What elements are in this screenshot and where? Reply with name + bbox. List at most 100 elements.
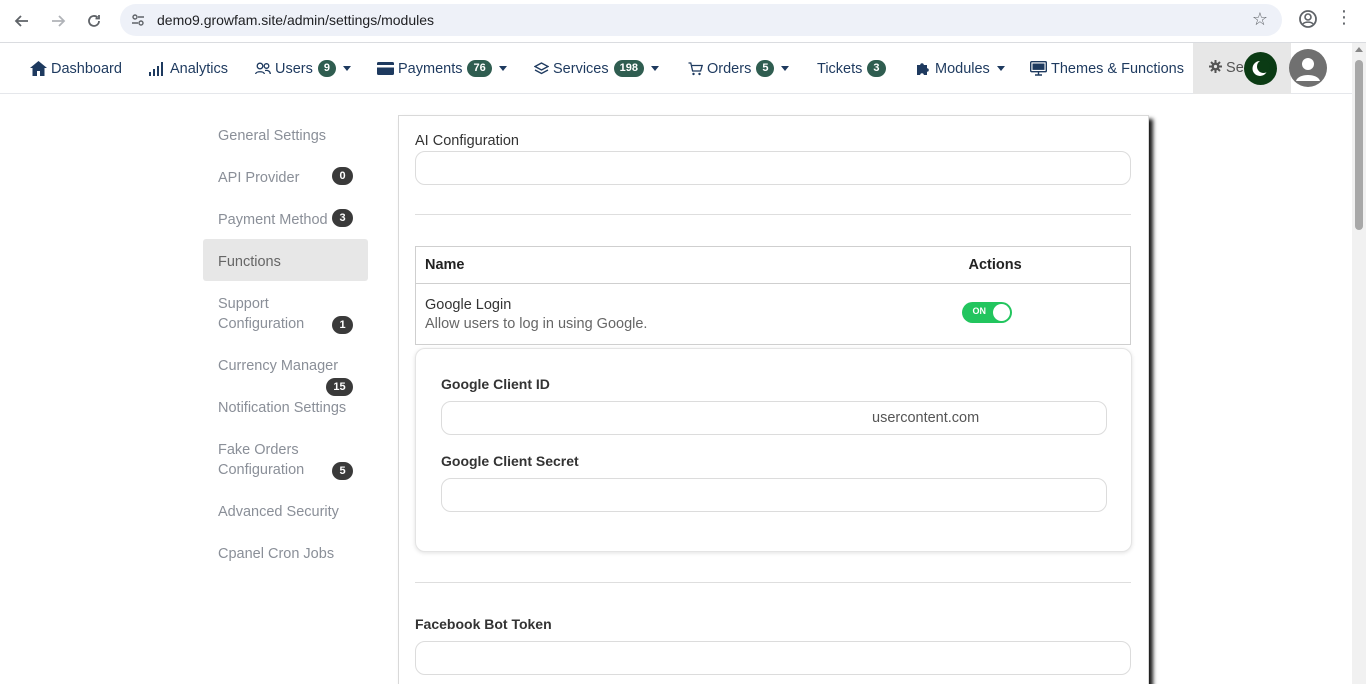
monitor-icon: [1030, 61, 1047, 76]
function-description: Allow users to log in using Google.: [425, 315, 648, 332]
sidebar-item-label-line1: Support: [218, 296, 269, 312]
toggle-on-label: ON: [972, 305, 987, 316]
sidebar-item-currency-manager[interactable]: Currency Manager 15: [203, 343, 368, 396]
forward-arrow-icon[interactable]: [44, 7, 72, 35]
settings-sidebar: General Settings API Provider 0 Payment …: [203, 113, 368, 573]
chevron-down-icon: [650, 66, 659, 71]
sidebar-item-label: Functions: [218, 254, 281, 270]
nav-themes-functions[interactable]: Themes & Functions: [1030, 43, 1184, 94]
nav-users-label: Users: [275, 60, 313, 77]
functions-table: Name Actions Google Login Allow users to…: [415, 246, 1131, 345]
puzzle-icon: [917, 62, 929, 75]
nav-tickets-badge: 3: [867, 60, 886, 77]
sidebar-item-advanced-security[interactable]: Advanced Security: [203, 489, 368, 531]
nav-settings-text: Se: [1226, 60, 1244, 76]
google-client-id-label: Google Client ID: [441, 376, 550, 392]
google-login-toggle[interactable]: ON: [961, 301, 1012, 323]
address-bar[interactable]: demo9.growfam.site/admin/settings/module…: [120, 4, 1282, 36]
sidebar-item-label: Payment Method: [218, 212, 328, 228]
browser-toolbar: demo9.growfam.site/admin/settings/module…: [0, 0, 1366, 43]
sidebar-item-label: API Provider: [218, 170, 300, 186]
scrollbar-thumb[interactable]: [1355, 60, 1363, 230]
site-settings-icon[interactable]: [130, 12, 146, 28]
google-client-secret-label: Google Client Secret: [441, 453, 579, 469]
ai-configuration-input[interactable]: [415, 151, 1131, 185]
signal-bars-icon: [149, 61, 163, 76]
browser-profile-icon[interactable]: [1296, 7, 1320, 31]
divider: [415, 214, 1131, 215]
scroll-up-arrow-icon[interactable]: [1355, 47, 1363, 52]
dark-mode-toggle-icon[interactable]: [1244, 52, 1277, 85]
nav-orders[interactable]: Orders 5: [688, 43, 790, 94]
sidebar-item-fake-orders-configuration[interactable]: Fake Orders Configuration 5: [203, 427, 368, 489]
users-icon: [255, 62, 271, 75]
sidebar-item-notification-settings[interactable]: Notification Settings: [203, 385, 368, 427]
page-scrollbar[interactable]: [1352, 43, 1366, 684]
function-name: Google Login: [425, 296, 512, 313]
nav-orders-badge: 5: [756, 60, 775, 77]
nav-tickets-label: Tickets: [817, 60, 863, 77]
back-arrow-icon[interactable]: [8, 7, 36, 35]
sidebar-item-api-provider[interactable]: API Provider 0: [203, 155, 368, 197]
nav-settings-label: Se: [1209, 60, 1244, 76]
sidebar-item-label: Cpanel Cron Jobs: [218, 546, 335, 562]
sidebar-item-label-line2: Configuration: [218, 462, 305, 478]
sidebar-item-support-configuration[interactable]: Support Configuration 1: [203, 281, 368, 343]
bookmark-star-icon[interactable]: ☆: [1252, 9, 1268, 30]
credit-card-icon: [377, 62, 394, 75]
sidebar-item-payment-method[interactable]: Payment Method 3: [203, 197, 368, 239]
facebook-bot-token-input[interactable]: [415, 641, 1131, 675]
url-text[interactable]: demo9.growfam.site/admin/settings/module…: [157, 12, 434, 28]
sidebar-item-cpanel-cron-jobs[interactable]: Cpanel Cron Jobs: [203, 531, 368, 573]
sidebar-badge: 5: [332, 462, 353, 480]
browser-menu-icon[interactable]: ⋮: [1334, 7, 1354, 31]
sidebar-item-label: Notification Settings: [218, 400, 347, 416]
sidebar-item-label-line1: Fake Orders: [218, 442, 299, 458]
nav-payments[interactable]: Payments 76: [377, 43, 507, 94]
sidebar-item-functions[interactable]: Functions: [203, 239, 368, 281]
chevron-down-icon: [996, 66, 1005, 71]
nav-payments-label: Payments: [398, 60, 463, 77]
home-icon: [30, 61, 47, 76]
nav-modules[interactable]: Modules: [915, 43, 1005, 94]
nav-users[interactable]: Users 9: [255, 43, 351, 94]
nav-services[interactable]: Services 198: [534, 43, 659, 94]
sidebar-badge: 0: [332, 167, 353, 185]
nav-analytics-label: Analytics: [170, 60, 229, 77]
reload-icon[interactable]: [80, 7, 108, 35]
nav-payments-badge: 76: [467, 60, 492, 77]
table-row: Google Login Allow users to log in using…: [415, 283, 1131, 345]
google-credentials-panel: Google Client ID usercontent.com Google …: [415, 348, 1132, 552]
divider: [415, 582, 1131, 583]
sidebar-item-label: General Settings: [218, 128, 327, 144]
sidebar-item-label: Advanced Security: [218, 504, 339, 520]
admin-top-nav: Dashboard Analytics Users 9 Payments 76 …: [0, 43, 1352, 94]
chevron-down-icon: [781, 66, 790, 71]
facebook-bot-token-label: Facebook Bot Token: [415, 616, 552, 632]
nav-services-label: Services: [553, 60, 609, 77]
nav-orders-label: Orders: [707, 60, 752, 77]
nav-tickets[interactable]: Tickets 3: [817, 43, 886, 94]
chevron-down-icon: [343, 66, 351, 71]
nav-dashboard-label: Dashboard: [51, 60, 122, 77]
sidebar-item-label: Support Configuration: [218, 294, 304, 334]
nav-dashboard[interactable]: Dashboard: [30, 43, 122, 94]
chevron-down-icon: [498, 66, 507, 71]
google-client-id-value: usercontent.com: [872, 410, 980, 426]
google-client-secret-input[interactable]: [441, 478, 1107, 512]
nav-analytics[interactable]: Analytics: [149, 43, 228, 94]
nav-themes-label: Themes & Functions: [1051, 60, 1184, 77]
gear-icon: [1209, 60, 1222, 73]
table-header-name: Name: [415, 246, 960, 284]
user-avatar-icon[interactable]: [1289, 49, 1327, 87]
toggle-knob: [992, 303, 1010, 321]
sidebar-item-label: Fake Orders Configuration: [218, 440, 304, 480]
sidebar-item-general-settings[interactable]: General Settings: [203, 113, 368, 155]
sidebar-badge: 3: [332, 209, 353, 227]
ai-configuration-label: AI Configuration: [415, 133, 519, 149]
google-client-id-input[interactable]: usercontent.com: [441, 401, 1107, 435]
layers-icon: [534, 62, 549, 75]
nav-modules-label: Modules: [935, 60, 990, 77]
sidebar-item-label: Currency Manager: [218, 358, 339, 374]
table-header-actions: Actions: [959, 246, 1131, 284]
